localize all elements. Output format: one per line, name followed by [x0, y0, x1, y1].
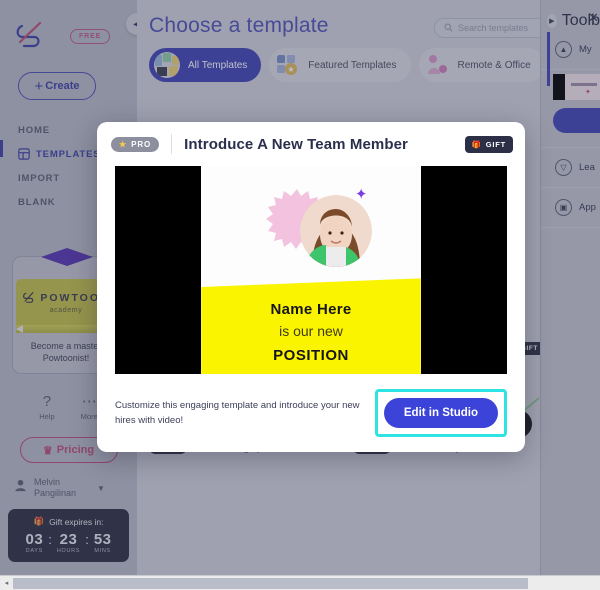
- modal-gift-badge-label: GIFT: [485, 139, 506, 149]
- scrollbar-track[interactable]: [13, 577, 600, 589]
- scrollbar-left-arrow[interactable]: ◂: [0, 579, 13, 587]
- modal-title: Introduce A New Team Member: [184, 135, 408, 153]
- gift-icon: 🎁: [471, 139, 482, 149]
- horizontal-scrollbar[interactable]: ◂: [0, 575, 600, 590]
- template-preview-player[interactable]: ✦ Name Here is our new POSITION: [115, 166, 507, 374]
- avatar-photo: [300, 195, 373, 268]
- edit-in-studio-highlight: Edit in Studio: [374, 389, 507, 437]
- modal-footer: Customize this engaging template and int…: [97, 374, 525, 452]
- template-preview-modal: ★ PRO Introduce A New Team Member 🎁 GIFT: [97, 122, 525, 452]
- modal-gift-badge[interactable]: 🎁 GIFT: [464, 135, 513, 153]
- star-icon: ★: [119, 139, 128, 149]
- slide-line-2: is our new: [279, 322, 343, 339]
- modal-description: Customize this engaging template and int…: [115, 399, 360, 426]
- modal-pro-badge: ★ PRO: [111, 136, 160, 152]
- edit-in-studio-button[interactable]: Edit in Studio: [383, 398, 498, 428]
- divider: [171, 134, 173, 154]
- modal-pro-badge-label: PRO: [131, 139, 152, 149]
- slide-line-3: POSITION: [273, 346, 349, 364]
- preview-slide: ✦ Name Here is our new POSITION: [201, 166, 421, 374]
- modal-header: ★ PRO Introduce A New Team Member 🎁 GIFT: [97, 122, 525, 166]
- scrollbar-thumb[interactable]: [13, 577, 528, 589]
- slide-line-1: Name Here: [270, 300, 352, 318]
- purple-star-icon: ✦: [354, 185, 368, 203]
